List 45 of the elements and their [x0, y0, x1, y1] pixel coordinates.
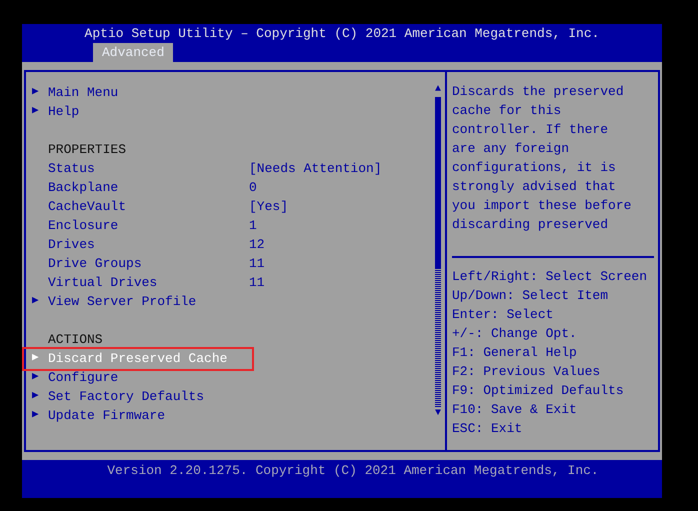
property-label: Drive Groups — [48, 255, 143, 273]
window-title: Aptio Setup Utility – Copyright (C) 2021 American Megatrends, Inc. — [84, 25, 600, 43]
key-help-line: ESC: Exit — [452, 420, 522, 438]
section-heading: ACTIONS — [48, 331, 103, 349]
help-text-line: configurations, it is — [452, 159, 616, 177]
property-label: Enclosure — [48, 217, 120, 235]
property-label: Backplane — [48, 179, 120, 197]
key-help-line: F9: Optimized Defaults — [452, 382, 624, 400]
help-text-line: cache for this — [452, 102, 562, 120]
menu-item[interactable]: ▶ Configure — [26, 368, 433, 387]
help-text-line: Discards the preserved — [452, 83, 624, 101]
key-help-line: Up/Down: Select Item — [452, 287, 608, 305]
scroll-up-arrow[interactable]: ▲ — [434, 83, 441, 97]
version-text: Version 2.20.1275. Copyright (C) 2021 American Megatrends, Inc. — [107, 462, 599, 480]
help-text-line: strongly advised that — [452, 178, 616, 196]
scrollbar-thumb[interactable] — [435, 97, 441, 269]
property-value: 1 — [249, 217, 257, 235]
help-text-line: you import these before — [452, 197, 632, 215]
property-value: 11 — [249, 274, 265, 292]
property-value: [Yes] — [249, 198, 288, 216]
menu-item[interactable]: ▶ Update Firmware — [26, 406, 433, 425]
scrollbar-track[interactable] — [435, 97, 441, 407]
property-value: 11 — [249, 255, 265, 273]
property-value: [Needs Attention] — [249, 160, 382, 178]
property-value: 0 — [249, 179, 257, 197]
property-label: CacheVault — [48, 198, 128, 216]
key-help-line: Left/Right: Select Screen — [452, 268, 648, 286]
help-text-line: discarding preserved — [452, 216, 608, 234]
menu-item[interactable]: ▶ Set Factory Defaults — [26, 387, 433, 406]
scroll-down-arrow[interactable]: ▼ — [434, 407, 441, 421]
key-help-line: F1: General Help — [452, 344, 577, 362]
property-value: 12 — [249, 236, 265, 254]
key-help-line: +/-: Change Opt. — [452, 325, 577, 343]
help-text-line: controller. If there — [452, 121, 608, 139]
help-text-line: are any foreign — [452, 140, 570, 158]
menu-item[interactable]: ▶ Main Menu — [26, 83, 433, 102]
property-label: Drives — [48, 236, 96, 254]
property-label: Status — [48, 160, 96, 178]
key-help-line: F10: Save & Exit — [452, 401, 577, 419]
section-heading: PROPERTIES — [48, 141, 126, 159]
property-label: Virtual Drives — [48, 274, 158, 292]
key-help-line: Enter: Select — [452, 306, 554, 324]
key-help-line: F2: Previous Values — [452, 363, 600, 381]
menu-item[interactable]: ▶ Help — [26, 102, 433, 121]
menu-item[interactable]: ▶ View Server Profile — [26, 292, 433, 311]
